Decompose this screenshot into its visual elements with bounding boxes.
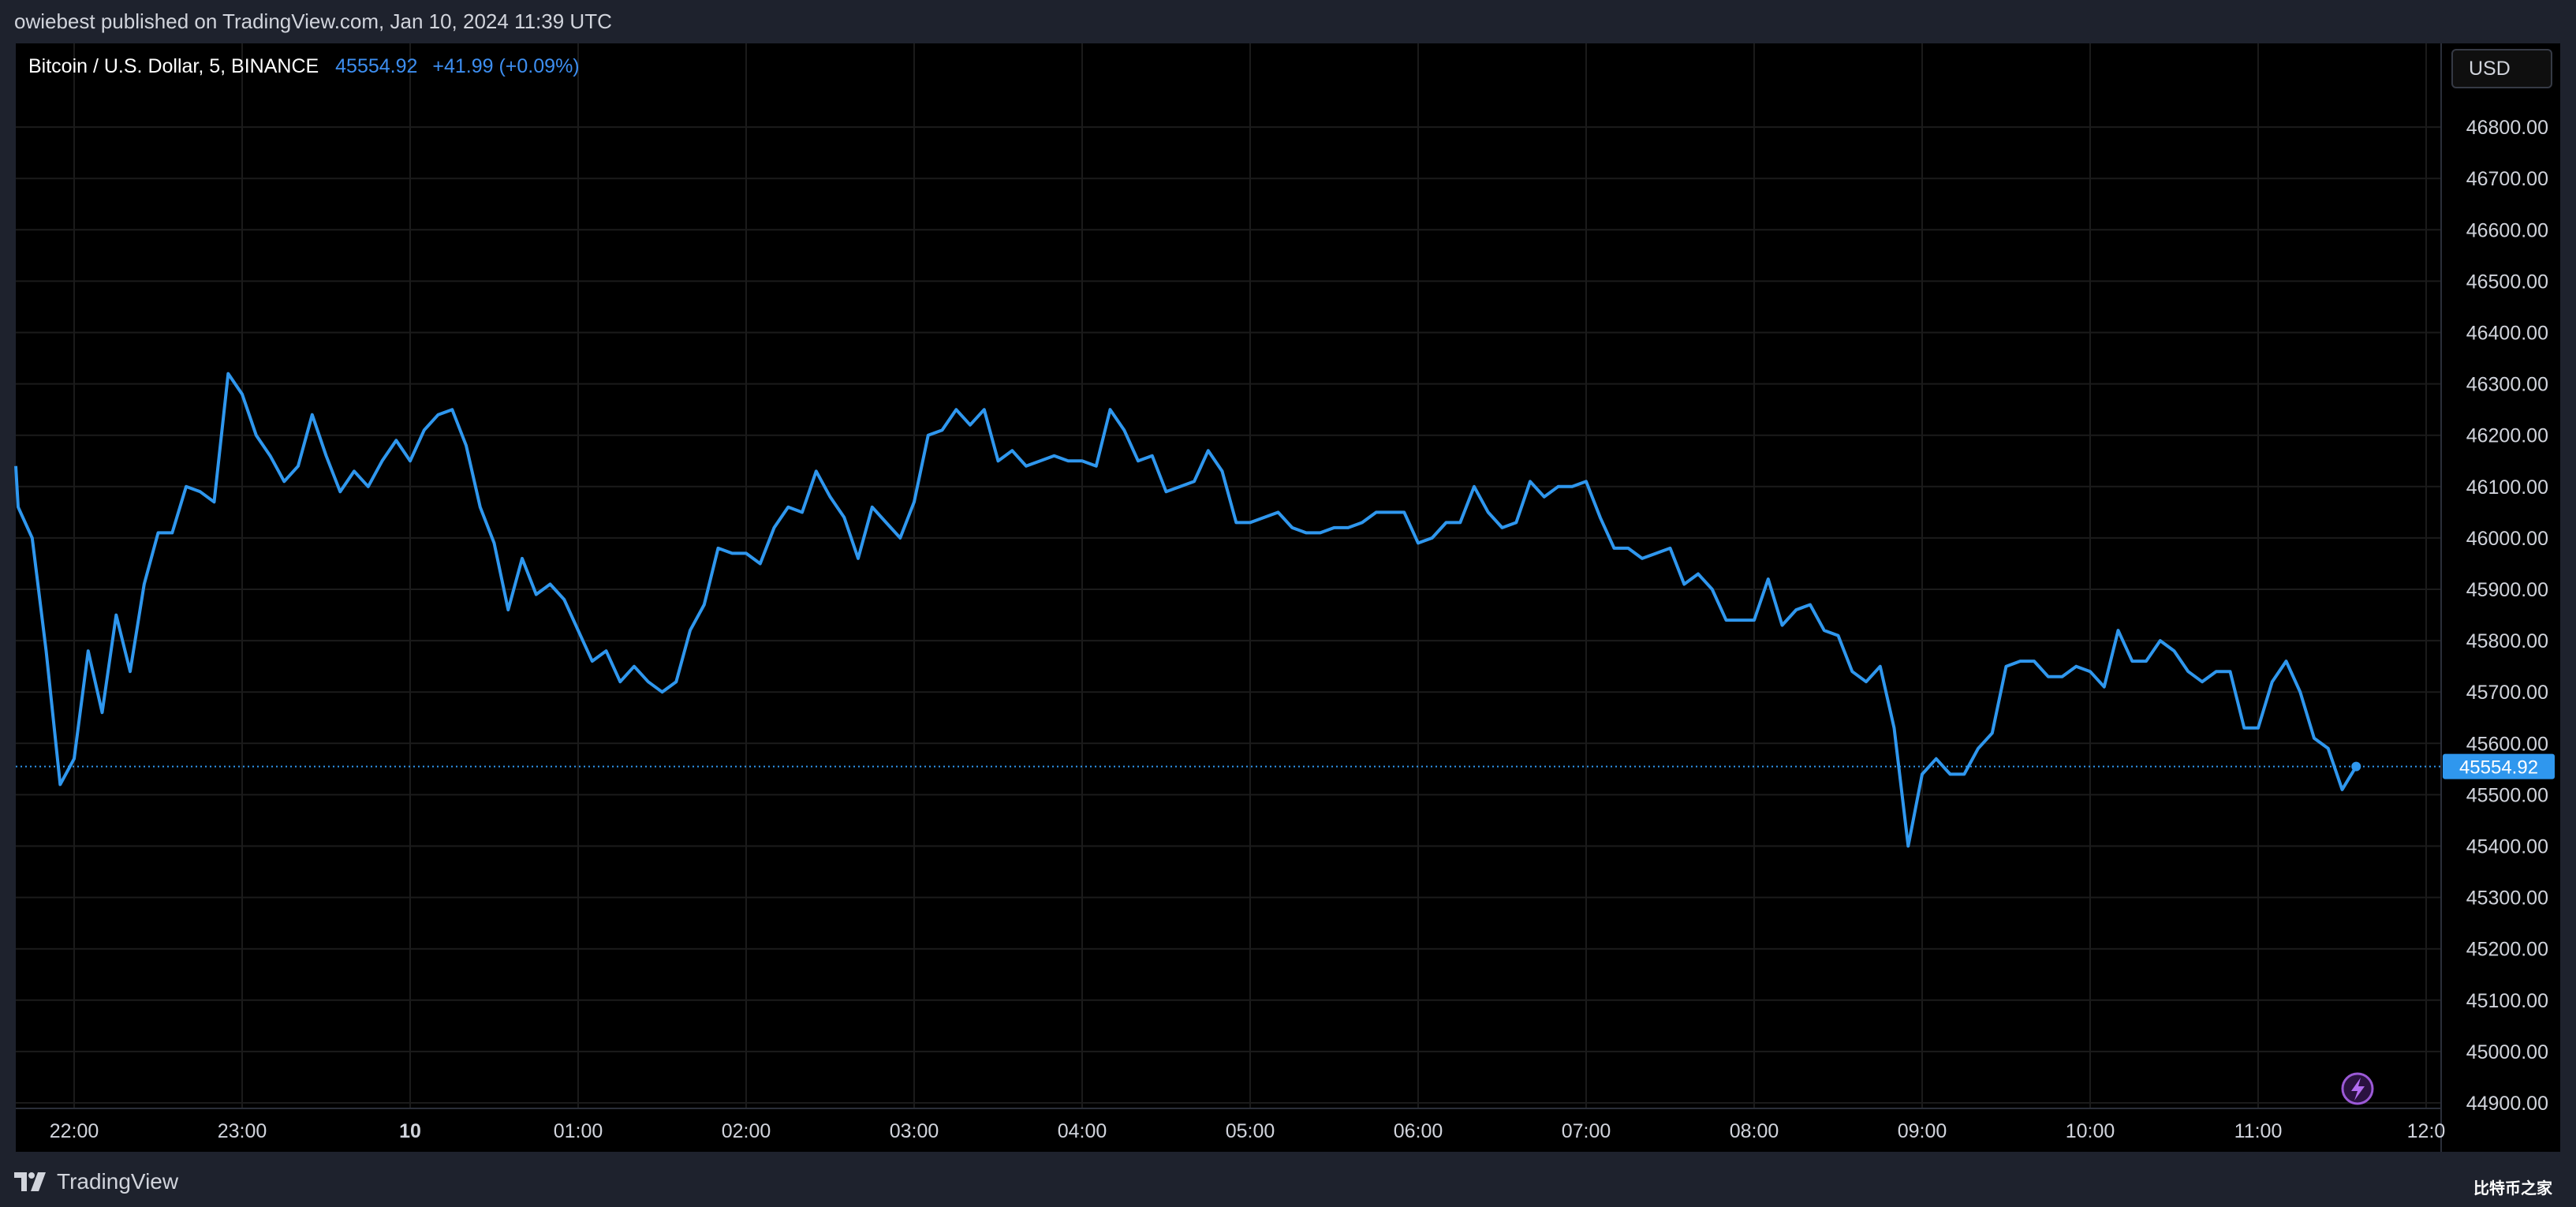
last-price-tag-label: 45554.92 — [2459, 757, 2538, 779]
brand-name: TradingView — [57, 1169, 179, 1194]
y-tick-label: 44900.00 — [2466, 1093, 2548, 1115]
y-tick-label: 45700.00 — [2466, 682, 2548, 704]
price-chart[interactable]: 46800.00 46700.00 46600.00 46500.00 46400.00… — [0, 0, 2576, 1207]
x-tick-label: 05:00 — [1226, 1120, 1275, 1142]
x-tick-label: 10:00 — [2066, 1120, 2115, 1142]
tradingview-logo-icon — [14, 1172, 46, 1191]
y-tick-label: 45900.00 — [2466, 579, 2548, 601]
y-tick-label: 46600.00 — [2466, 219, 2548, 241]
symbol-legend: Bitcoin / U.S. Dollar, 5, BINANCE 45554.… — [28, 55, 580, 78]
currency-button[interactable]: USD — [2451, 49, 2552, 88]
y-tick-label: 46100.00 — [2466, 476, 2548, 499]
x-tick-label: 03:00 — [890, 1120, 939, 1142]
x-tick-label: 12:0 — [2407, 1120, 2446, 1142]
y-tick-label: 46200.00 — [2466, 425, 2548, 447]
y-tick-label: 46400.00 — [2466, 323, 2548, 345]
time-axis[interactable]: 22:00 23:00 10 01:00 02:00 03:00 04:00 05:00 06:… — [50, 1120, 2446, 1142]
y-tick-label: 45000.00 — [2466, 1041, 2548, 1063]
y-tick-label: 45800.00 — [2466, 630, 2548, 652]
symbol-title: Bitcoin / U.S. Dollar, 5, BINANCE — [28, 55, 319, 77]
x-tick-label: 06:00 — [1394, 1120, 1443, 1142]
x-tick-label: 01:00 — [554, 1120, 603, 1142]
y-tick-label: 46800.00 — [2466, 117, 2548, 139]
x-tick-label: 08:00 — [1730, 1120, 1779, 1142]
x-tick-label: 23:00 — [218, 1120, 267, 1142]
watermark: 比特币之家 — [2473, 1179, 2552, 1198]
tradingview-brand[interactable]: TradingView — [14, 1166, 178, 1198]
last-price-tag: 45554.92 — [2443, 753, 2555, 779]
y-tick-label: 45600.00 — [2466, 733, 2548, 755]
plot-background — [16, 43, 2560, 1152]
y-tick-label: 46000.00 — [2466, 528, 2548, 550]
x-tick-label: 09:00 — [1898, 1120, 1947, 1142]
x-tick-label: 02:00 — [722, 1120, 771, 1142]
chart-frame: owiebest published on TradingView.com, J… — [0, 0, 2576, 1207]
lightning-icon[interactable] — [2341, 1072, 2374, 1105]
y-tick-label: 46300.00 — [2466, 374, 2548, 396]
legend-change: +41.99 (+0.09%) — [432, 55, 580, 77]
x-tick-label: 07:00 — [1562, 1120, 1611, 1142]
y-tick-label: 45200.00 — [2466, 939, 2548, 961]
x-tick-label: 22:00 — [50, 1120, 99, 1142]
x-tick-label: 10 — [399, 1120, 421, 1142]
last-price-point — [2351, 761, 2361, 772]
legend-price: 45554.92 — [335, 55, 418, 77]
y-tick-label: 45400.00 — [2466, 836, 2548, 858]
y-tick-label: 45100.00 — [2466, 990, 2548, 1012]
y-tick-label: 45500.00 — [2466, 784, 2548, 806]
x-tick-label: 04:00 — [1058, 1120, 1107, 1142]
y-tick-label: 46700.00 — [2466, 168, 2548, 190]
x-tick-label: 11:00 — [2234, 1120, 2283, 1142]
y-tick-label: 46500.00 — [2466, 271, 2548, 293]
y-tick-label: 45300.00 — [2466, 888, 2548, 910]
